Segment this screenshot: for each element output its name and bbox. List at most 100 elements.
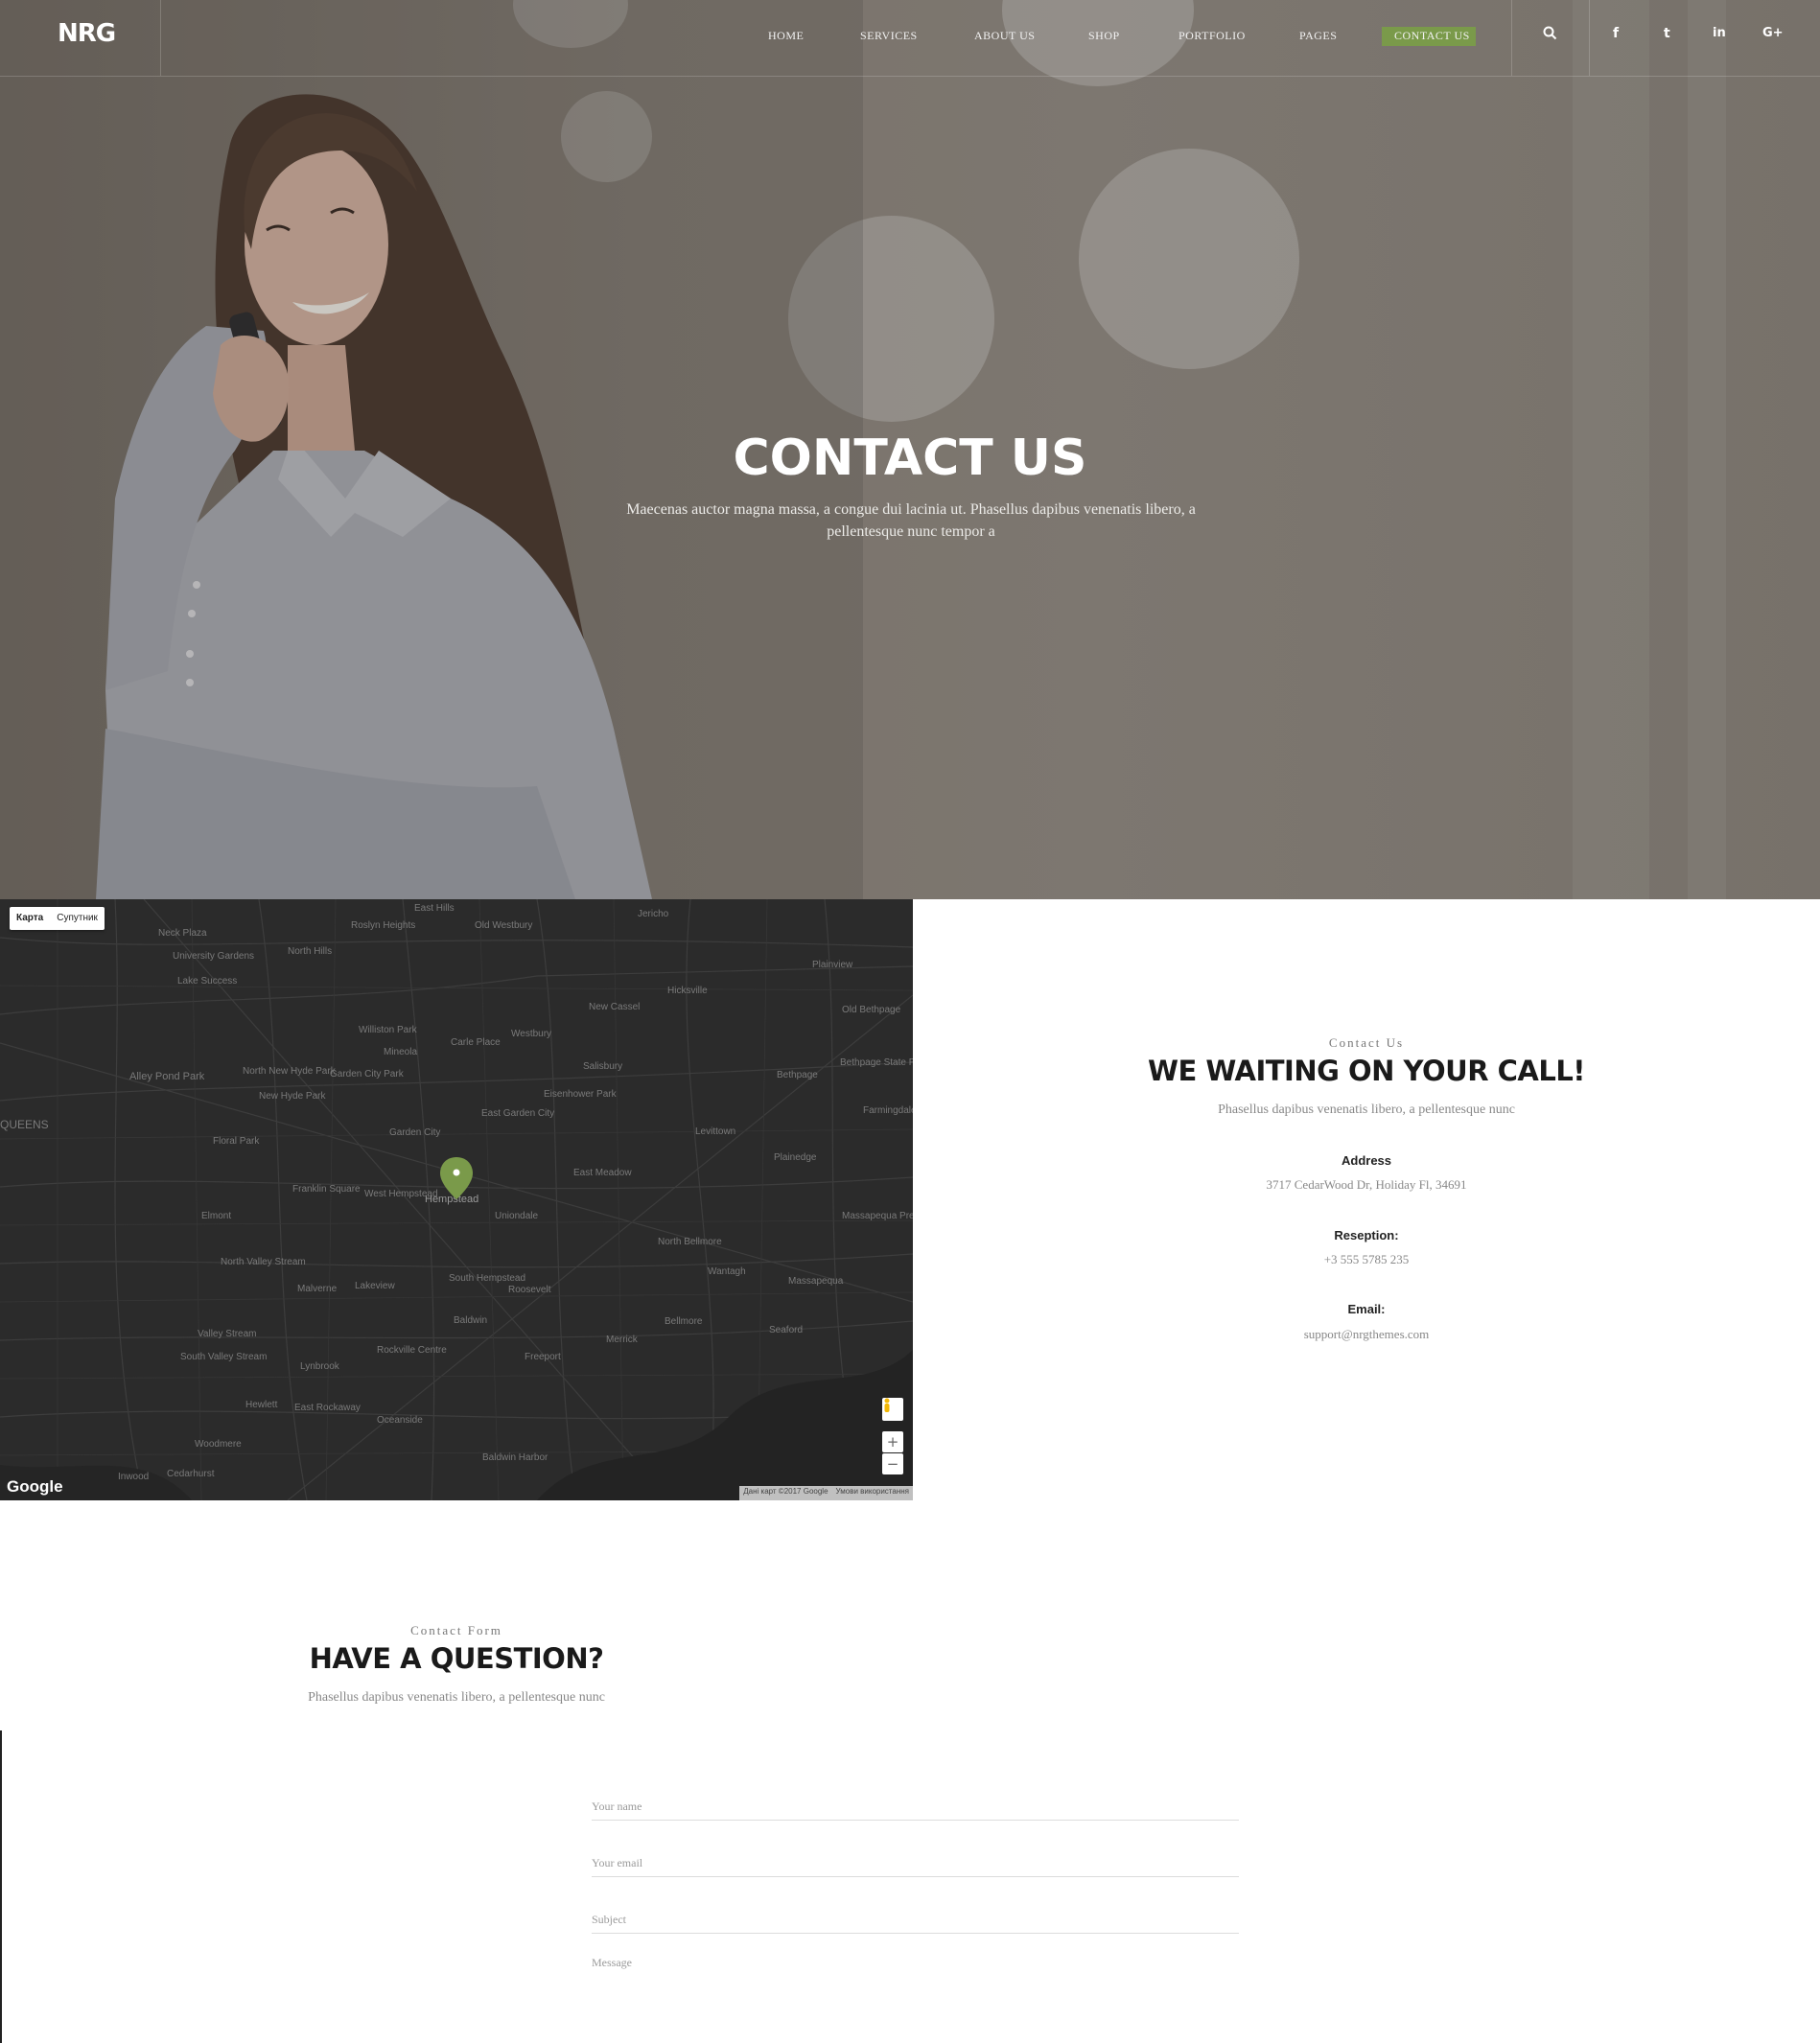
svg-text:Elmont: Elmont (201, 1211, 231, 1221)
nav-divider (1511, 0, 1512, 76)
form-subtitle: Phasellus dapibus venenatis libero, a pe… (308, 1690, 605, 1705)
reception-label: Reseption: (1334, 1228, 1399, 1242)
contact-eyebrow: Contact Us (1328, 1035, 1405, 1050)
svg-text:Williston Park: Williston Park (359, 1025, 418, 1035)
svg-text:QUEENS: QUEENS (0, 1118, 49, 1131)
svg-text:Floral Park: Floral Park (213, 1136, 260, 1147)
svg-text:Baldwin: Baldwin (454, 1315, 487, 1326)
svg-text:Garden City: Garden City (389, 1127, 440, 1138)
svg-text:North Bellmore: North Bellmore (658, 1237, 722, 1247)
svg-text:Lynbrook: Lynbrook (300, 1361, 340, 1372)
map-marker-pin-icon[interactable] (440, 1157, 473, 1199)
svg-text:New Cassel: New Cassel (589, 1002, 640, 1012)
svg-text:Merrick: Merrick (606, 1335, 639, 1345)
google-map[interactable]: East Hills Jericho Roslyn Heights Old We… (0, 899, 913, 1500)
nav-item-about-us[interactable]: ABOUT US (974, 29, 1035, 43)
address-label: Address (1341, 1153, 1392, 1168)
twitter-icon[interactable]: t (1664, 26, 1670, 41)
email-field[interactable] (592, 1849, 1239, 1877)
svg-text:Seaford: Seaford (769, 1325, 803, 1335)
svg-text:Westbury: Westbury (511, 1029, 551, 1039)
svg-text:Malverne: Malverne (297, 1284, 338, 1294)
nav-item-contact-us[interactable]: CONTACT US (1394, 29, 1470, 43)
svg-text:Lake Success: Lake Success (177, 976, 237, 987)
svg-text:Salisbury: Salisbury (583, 1061, 622, 1072)
satellite-type-button[interactable]: Супутник (50, 907, 105, 930)
svg-text:Freeport: Freeport (525, 1352, 561, 1362)
svg-text:East Garden City: East Garden City (481, 1108, 554, 1119)
nav-item-portfolio[interactable]: PORTFOLIO (1178, 29, 1246, 43)
contact-subtitle: Phasellus dapibus venenatis libero, a pe… (1218, 1103, 1515, 1117)
svg-text:Valley Stream: Valley Stream (198, 1329, 257, 1339)
svg-text:Carle Place: Carle Place (451, 1037, 501, 1048)
nav-item-home[interactable]: HOME (768, 29, 804, 43)
street-view-pegman-icon[interactable] (882, 1398, 903, 1421)
svg-text:Woodmere: Woodmere (195, 1439, 242, 1450)
map-data-credit: Дані карт ©2017 Google (743, 1487, 828, 1496)
svg-text:Bethpage State Park: Bethpage State Park (840, 1057, 913, 1068)
google-plus-icon[interactable]: G+ (1762, 26, 1784, 40)
svg-text:North New Hyde Park: North New Hyde Park (243, 1066, 337, 1077)
hero-subtitle: Maecenas auctor magna massa, a congue du… (626, 501, 1196, 540)
svg-text:Cedarhurst: Cedarhurst (167, 1469, 215, 1479)
svg-text:Uniondale: Uniondale (495, 1211, 538, 1221)
google-logo: Google (7, 1477, 63, 1496)
svg-text:Garden City Park: Garden City Park (330, 1069, 405, 1080)
svg-text:Levittown: Levittown (695, 1126, 735, 1137)
linkedin-icon[interactable]: in (1713, 26, 1726, 40)
svg-text:Farmingdale: Farmingdale (863, 1105, 913, 1116)
svg-text:Mineola: Mineola (384, 1047, 417, 1057)
zoom-in-button[interactable]: + (882, 1431, 903, 1452)
nav-divider (1589, 0, 1590, 76)
svg-text:Jericho: Jericho (638, 909, 669, 919)
svg-text:East Rockaway: East Rockaway (294, 1403, 361, 1413)
nav-divider (160, 0, 161, 76)
svg-text:Rockville Centre: Rockville Centre (377, 1345, 447, 1356)
form-title: HAVE A QUESTION? (309, 1642, 604, 1675)
svg-text:East Meadow: East Meadow (573, 1168, 632, 1178)
facebook-icon[interactable]: f (1613, 26, 1619, 41)
svg-text:Old Bethpage: Old Bethpage (842, 1005, 901, 1015)
zoom-out-button[interactable]: − (882, 1453, 903, 1474)
nav-item-shop[interactable]: SHOP (1088, 29, 1120, 43)
svg-text:Oceanside: Oceanside (377, 1415, 423, 1426)
svg-text:West Hempstead: West Hempstead (364, 1189, 438, 1199)
svg-text:Lakeview: Lakeview (355, 1281, 395, 1291)
svg-text:Roosevelt: Roosevelt (508, 1285, 551, 1295)
svg-text:Eisenhower Park: Eisenhower Park (544, 1089, 618, 1100)
site-logo[interactable]: NRG (58, 19, 116, 48)
map-roads: East Hills Jericho Roslyn Heights Old We… (0, 899, 913, 1500)
svg-text:Alley Pond Park: Alley Pond Park (129, 1071, 205, 1082)
search-icon[interactable] (1543, 26, 1557, 44)
terms-of-use-link[interactable]: Умови використання (836, 1487, 909, 1499)
svg-text:New Hyde Park: New Hyde Park (259, 1091, 326, 1102)
svg-text:North Valley Stream: North Valley Stream (221, 1257, 306, 1267)
reception-value: +3 555 5785 235 (1323, 1252, 1410, 1266)
svg-text:South Valley Stream: South Valley Stream (180, 1352, 267, 1362)
form-eyebrow: Contact Form (410, 1623, 502, 1637)
svg-text:Bellmore: Bellmore (665, 1316, 703, 1327)
svg-text:Franklin Square: Franklin Square (292, 1184, 361, 1195)
svg-text:Roslyn Heights: Roslyn Heights (351, 920, 415, 931)
map-type-button[interactable]: Карта (10, 907, 50, 930)
svg-text:Bethpage: Bethpage (777, 1070, 818, 1080)
svg-text:Plainedge: Plainedge (774, 1152, 817, 1163)
svg-text:University Gardens: University Gardens (173, 951, 254, 962)
email-label: Email: (1347, 1302, 1386, 1316)
nav-item-services[interactable]: SERVICES (860, 29, 918, 43)
svg-text:Hicksville: Hicksville (667, 986, 708, 996)
svg-text:Inwood: Inwood (118, 1472, 149, 1482)
map-attribution: Дані карт ©2017 Google Умови використанн… (739, 1486, 913, 1500)
svg-text:Plainview: Plainview (812, 960, 853, 970)
svg-text:Massapequa Preserve: Massapequa Preserve (842, 1211, 913, 1221)
subject-field[interactable] (592, 1906, 1239, 1934)
svg-text:East Hills: East Hills (414, 903, 455, 914)
svg-text:Baldwin Harbor: Baldwin Harbor (482, 1452, 548, 1463)
email-value[interactable]: support@nrgthemes.com (913, 1327, 1820, 1342)
nav-item-pages[interactable]: PAGES (1299, 29, 1337, 43)
message-field[interactable] (592, 1952, 1239, 2032)
svg-text:North Hills: North Hills (288, 946, 332, 957)
hero-section: CONTACT US Maecenas auctor magna massa, … (0, 0, 1820, 899)
contact-title: WE WAITING ON YOUR CALL! (1147, 1055, 1586, 1087)
name-field[interactable] (592, 1793, 1239, 1821)
